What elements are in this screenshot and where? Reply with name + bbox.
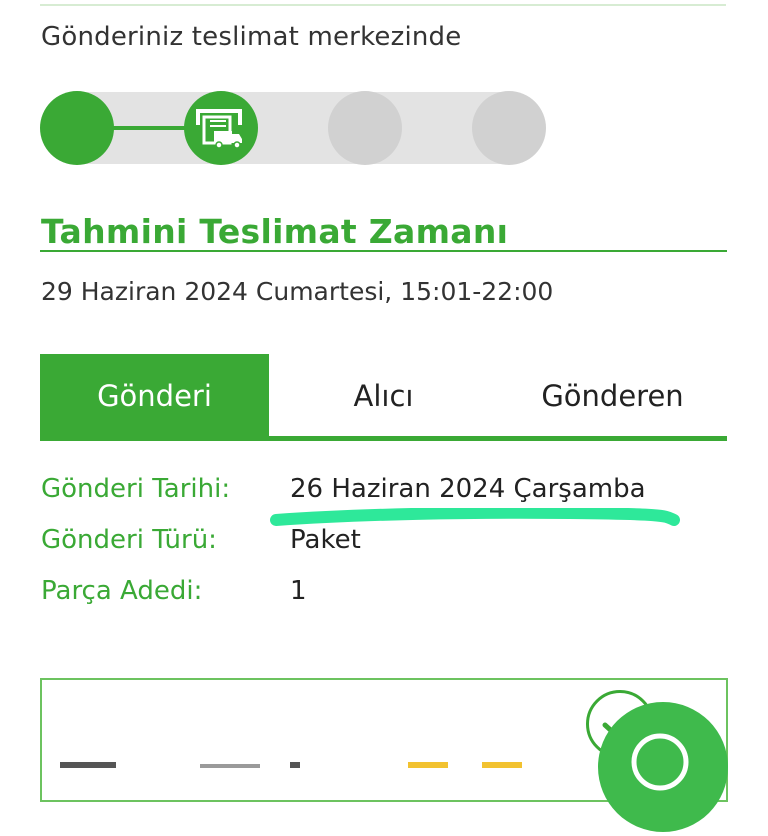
- step-4-dot: [472, 91, 546, 165]
- eta-heading-underline: [40, 250, 727, 252]
- detail-value: 1: [290, 576, 307, 606]
- truck-warehouse-icon: [196, 109, 242, 149]
- detail-tabs: Gönderi Alıcı Gönderen: [40, 354, 727, 438]
- detail-label: Gönderi Tarihi:: [41, 474, 231, 504]
- step-2-dot: [184, 91, 258, 165]
- card-text-fragment: [200, 764, 260, 768]
- tabs-underline: [40, 436, 727, 441]
- card-color-chip: [482, 762, 522, 768]
- detail-label: Parça Adedi:: [41, 576, 203, 606]
- tab-gonderi[interactable]: Gönderi: [40, 354, 269, 436]
- card-text-fragment: [290, 762, 300, 768]
- detail-value: 26 Haziran 2024 Çarşamba: [290, 474, 646, 504]
- eta-value: 29 Haziran 2024 Cumartesi, 15:01-22:00: [41, 277, 554, 306]
- eta-heading: Tahmini Teslimat Zamanı: [41, 212, 509, 251]
- chat-fab-button[interactable]: [598, 702, 728, 832]
- detail-value: Paket: [290, 525, 361, 555]
- step-3-dot: [328, 91, 402, 165]
- card-color-chip: [408, 762, 448, 768]
- tab-gonderen[interactable]: Gönderen: [498, 354, 727, 436]
- previous-card-edge: [40, 0, 726, 6]
- card-text-fragment: [60, 762, 116, 768]
- detail-label: Gönderi Türü:: [41, 525, 217, 555]
- progress-tracker: [40, 90, 546, 166]
- step-1-dot: [40, 91, 114, 165]
- tab-alici[interactable]: Alıcı: [269, 354, 498, 436]
- phone-chat-icon: [631, 733, 689, 791]
- shipment-status-text: Gönderiniz teslimat merkezinde: [41, 22, 462, 52]
